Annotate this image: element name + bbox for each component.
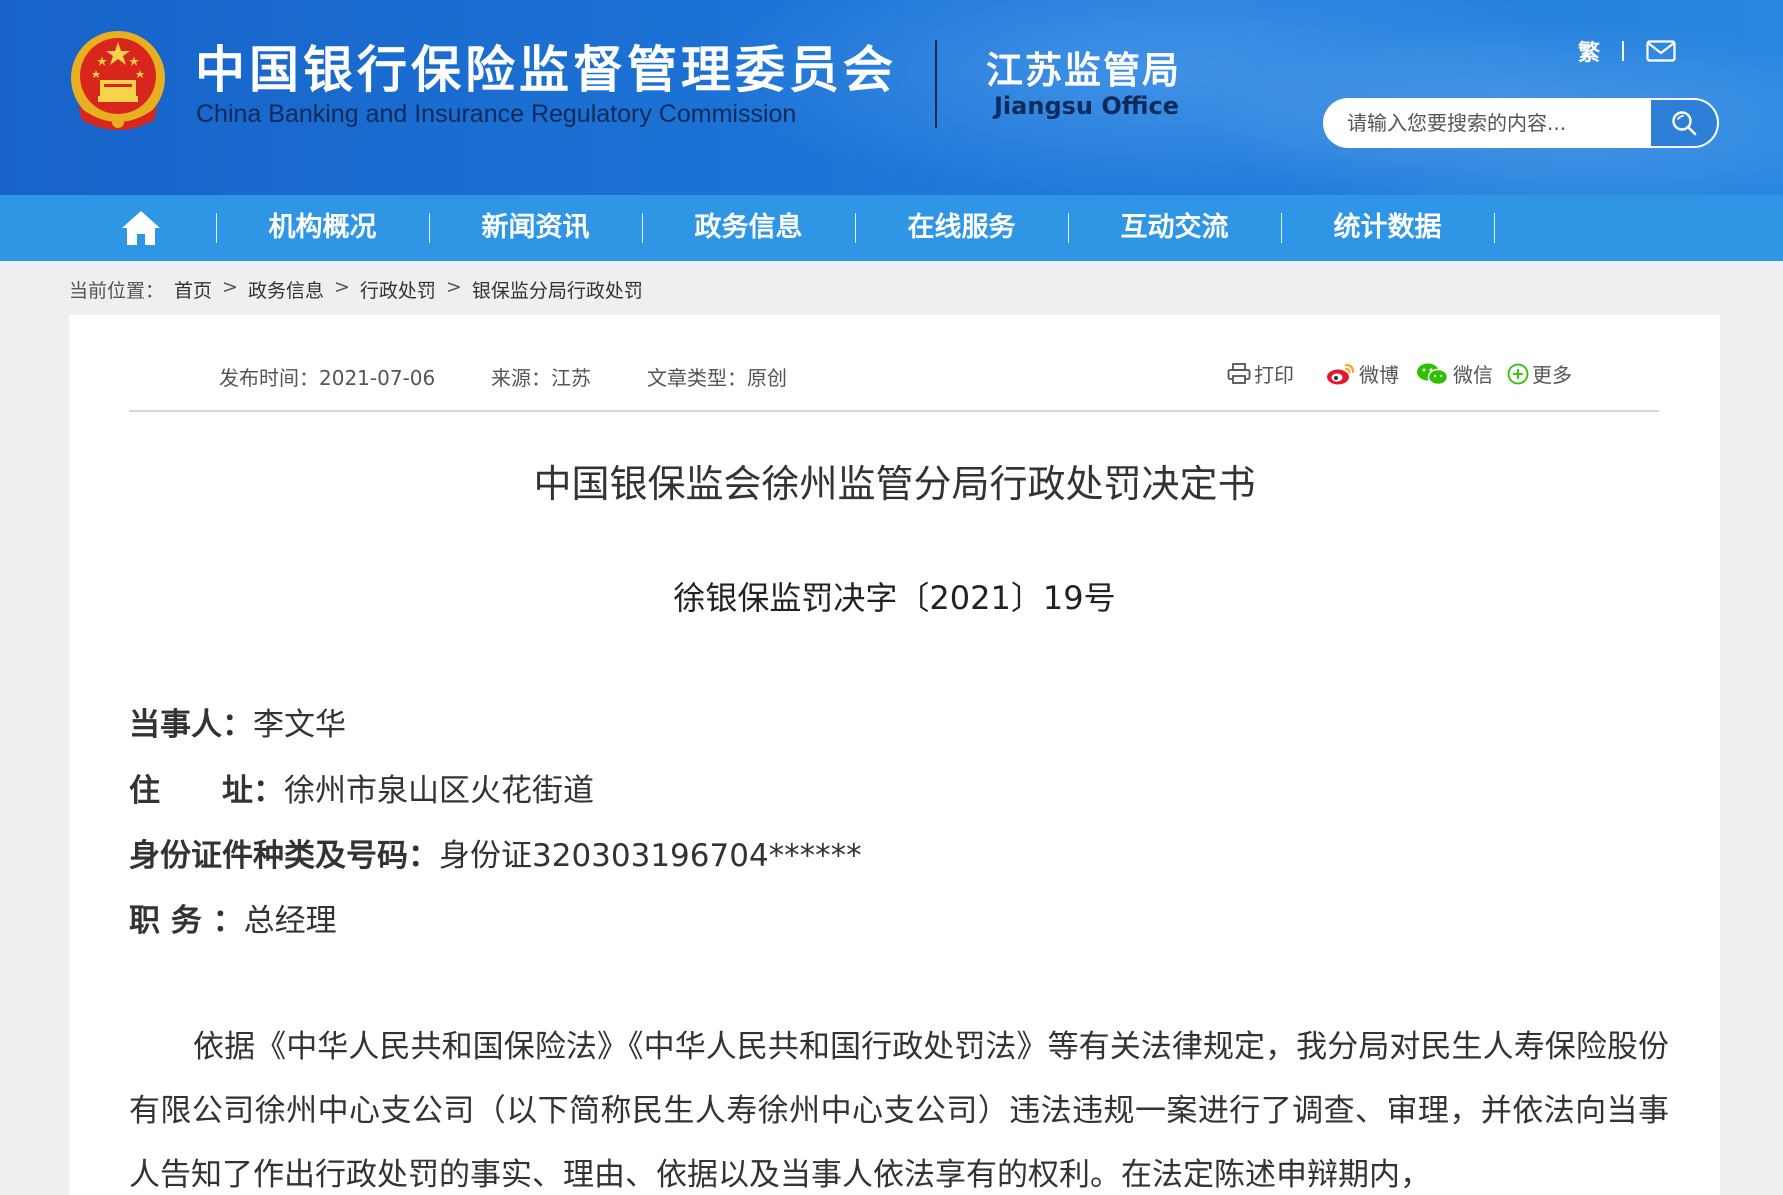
meta-divider [129,410,1659,412]
site-header: 中国银行保险监督管理委员会 China Banking and Insuranc… [0,0,1783,195]
position-field: 职 务 ：总经理 [129,895,337,940]
weibo-label: 微博 [1359,363,1399,387]
article-container: 发布时间：2021-07-06 来源：江苏 文章类型：原创 打印 微博 微信 更… [69,315,1720,1195]
field-label: 职 务 ： [129,903,244,939]
id-field: 身份证件种类及号码：身份证320303196704****** [129,830,862,875]
weibo-icon [1327,363,1355,384]
search-icon [1672,111,1697,136]
nav-item-overview[interactable]: 机构概况 [216,195,429,261]
wechat-icon [1417,363,1449,385]
nav-item-news[interactable]: 新闻资讯 [429,195,642,261]
search-button[interactable] [1651,98,1719,148]
field-label: 当事人： [129,707,253,743]
share-more-button[interactable]: 更多 [1507,359,1572,388]
field-value: 李文华 [253,707,346,743]
print-icon [1227,362,1251,384]
breadcrumb-separator: > [222,276,238,298]
traditional-chinese-link[interactable]: 繁 [1578,35,1600,67]
search-input[interactable] [1323,98,1651,148]
article-source: 来源：江苏 [491,366,591,390]
publish-time: 发布时间：2021-07-06 [219,366,436,390]
nav-separator [1494,213,1495,243]
nav-item-government-info[interactable]: 政务信息 [642,195,855,261]
site-title-cn[interactable]: 中国银行保险监督管理委员会 [195,30,897,102]
wechat-label: 微信 [1453,363,1493,387]
main-nav: 机构概况 新闻资讯 政务信息 在线服务 互动交流 统计数据 [0,195,1783,261]
top-links-separator [1622,41,1625,61]
nav-item-statistics[interactable]: 统计数据 [1281,195,1494,261]
address-field: 住 址：徐州市泉山区火花街道 [129,765,594,810]
more-label: 更多 [1532,363,1572,387]
home-icon[interactable] [120,209,162,247]
office-title-en[interactable]: Jiangsu Office [994,92,1179,120]
nav-item-online-service[interactable]: 在线服务 [855,195,1068,261]
nav-item-interaction[interactable]: 互动交流 [1068,195,1281,261]
plus-circle-icon [1507,363,1529,384]
field-label: 身份证件种类及号码： [129,838,439,874]
site-title-en[interactable]: China Banking and Insurance Regulatory C… [196,100,796,129]
share-wechat-button[interactable]: 微信 [1416,359,1493,388]
field-value: 徐州市泉山区火花街道 [284,773,594,809]
breadcrumb-government-info[interactable]: 政务信息 [248,276,324,303]
article-body-paragraph: 依据《中华人民共和国保险法》《中华人民共和国行政处罚法》等有关法律规定，我分局对… [129,1029,1669,1193]
breadcrumb-separator: > [445,276,462,298]
office-title-cn[interactable]: 江苏监管局 [986,40,1181,94]
national-emblem-icon[interactable] [68,28,168,134]
search-bar [1323,98,1719,148]
mail-icon[interactable] [1646,40,1676,62]
top-links: 繁 [1578,36,1676,66]
print-label: 打印 [1254,363,1294,387]
breadcrumb-home[interactable]: 首页 [174,276,212,303]
field-label: 住 址： [129,773,284,809]
print-button[interactable]: 打印 [1227,359,1294,388]
logo-divider [935,40,937,128]
party-field: 当事人：李文华 [129,699,346,744]
document-number: 徐银保监罚决字〔2021〕19号 [673,579,1116,617]
article-type: 文章类型：原创 [647,366,787,390]
field-value: 总经理 [243,903,337,939]
breadcrumb: 当前位置： 首页 > 政务信息 > 行政处罚 > 银保监分局行政处罚 [69,276,653,303]
breadcrumb-penalty[interactable]: 行政处罚 [360,276,436,303]
field-value: 身份证320303196704****** [439,838,862,874]
breadcrumb-separator: > [333,276,350,298]
article-title: 中国银保监会徐州监管分局行政处罚决定书 [533,462,1256,506]
breadcrumb-branch-penalty[interactable]: 银保监分局行政处罚 [472,276,643,303]
breadcrumb-label: 当前位置： [69,280,165,302]
share-weibo-button[interactable]: 微博 [1326,359,1399,388]
